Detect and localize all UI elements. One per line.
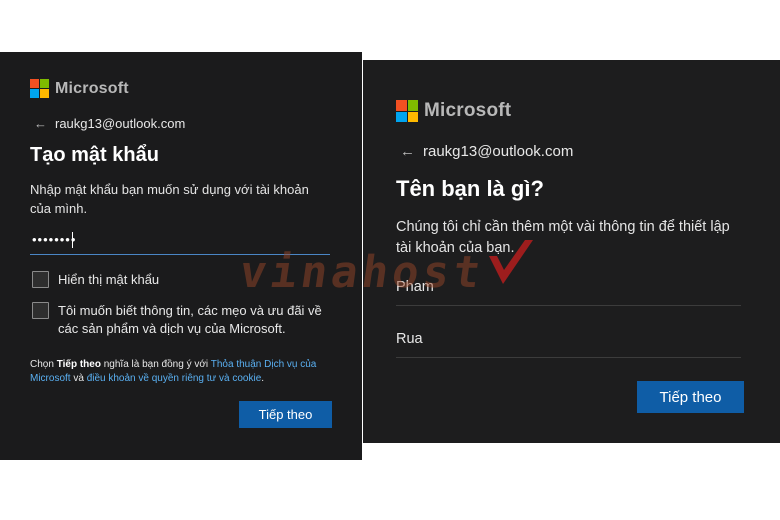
page-description: Nhập mật khẩu bạn muốn sử dụng với tài k… xyxy=(30,182,309,216)
page-description: Chúng tôi chỉ cần thêm một vài thông tin… xyxy=(396,219,730,257)
terms-suffix: . xyxy=(261,372,265,384)
back-to-email[interactable]: ← raukg13@outlook.com xyxy=(34,116,185,131)
terms-prefix: Chọn xyxy=(30,359,57,370)
microsoft-logo: Microsoft xyxy=(30,79,129,98)
account-email: raukg13@outlook.com xyxy=(423,143,574,160)
brand-name: Microsoft xyxy=(55,79,129,97)
terms-middle: nghĩa là bạn đồng ý với xyxy=(100,359,211,370)
privacy-cookies-link[interactable]: điều khoản về quyền riêng tư và cookie xyxy=(87,373,262,384)
terms-next-bold: Tiếp theo xyxy=(56,359,101,370)
arrow-left-icon: ← xyxy=(400,143,415,160)
last-name-input[interactable]: Pham xyxy=(396,279,741,306)
next-button[interactable]: Tiếp theo xyxy=(239,401,332,428)
microsoft-logo-icon xyxy=(30,79,49,98)
back-to-email[interactable]: ← raukg13@outlook.com xyxy=(400,143,573,160)
password-value: •••••••• xyxy=(32,232,77,247)
create-password-panel: Microsoft ← raukg13@outlook.com Tạo mật … xyxy=(0,52,362,460)
page-title: Tên bạn là gì? xyxy=(396,176,544,201)
show-password-label: Hiển thị mật khẩu xyxy=(58,272,160,287)
promo-opt-in-option[interactable]: Tôi muốn biết thông tin, các mẹo và ưu đ… xyxy=(32,302,332,338)
terms-notice: Chọn Tiếp theo nghĩa là bạn đồng ý với T… xyxy=(30,358,335,385)
show-password-checkbox[interactable] xyxy=(32,271,49,288)
arrow-left-icon: ← xyxy=(34,116,47,131)
promo-opt-in-checkbox[interactable] xyxy=(32,302,49,319)
promo-opt-in-label: Tôi muốn biết thông tin, các mẹo và ưu đ… xyxy=(58,303,322,337)
account-email: raukg13@outlook.com xyxy=(55,116,186,131)
password-input[interactable]: •••••••• xyxy=(30,230,330,255)
page-title: Tạo mật khẩu xyxy=(30,144,159,166)
first-name-input[interactable]: Rua xyxy=(396,331,741,358)
microsoft-logo-icon xyxy=(396,100,418,122)
name-entry-panel: Microsoft ← raukg13@outlook.com Tên bạn … xyxy=(363,60,780,443)
microsoft-logo: Microsoft xyxy=(396,100,511,122)
next-button[interactable]: Tiếp theo xyxy=(637,381,744,413)
show-password-option[interactable]: Hiển thị mật khẩu xyxy=(32,271,159,289)
terms-and: và xyxy=(70,372,87,384)
brand-name: Microsoft xyxy=(424,100,512,121)
text-caret xyxy=(72,232,73,248)
